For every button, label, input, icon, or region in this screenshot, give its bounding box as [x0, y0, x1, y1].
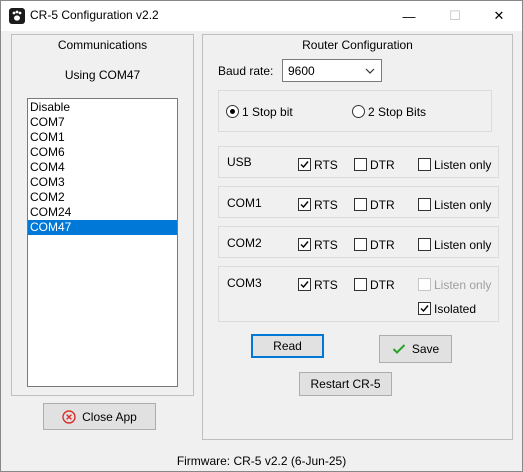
restart-button[interactable]: Restart CR-5	[299, 372, 392, 396]
com2-dtr-checkbox[interactable]	[354, 238, 367, 251]
radio-dot	[230, 109, 235, 114]
read-button-label: Read	[273, 339, 302, 353]
com3-rts-checkbox[interactable]	[298, 278, 311, 291]
list-item[interactable]: COM7	[28, 115, 177, 130]
list-item[interactable]: COM6	[28, 145, 177, 160]
window-title: CR-5 Configuration v2.2	[30, 8, 159, 22]
com3-listen-label: Listen only	[434, 278, 492, 292]
close-app-button[interactable]: Close App	[43, 403, 156, 430]
baud-rate-select[interactable]: 9600	[282, 59, 382, 82]
com2-listen-checkbox[interactable]	[418, 238, 431, 251]
close-app-label: Close App	[82, 409, 137, 424]
router-config-heading: Router Configuration	[302, 38, 413, 52]
stop-bit-1-label: 1 Stop bit	[242, 105, 293, 119]
usb-rts-label: RTS	[314, 158, 338, 172]
paw-icon	[9, 8, 25, 24]
connection-status: Using COM47	[64, 68, 141, 82]
maximize-button: ☐	[449, 8, 461, 23]
com3-isolated-label: Isolated	[434, 302, 477, 316]
chevron-down-icon	[363, 64, 377, 78]
status-bar: Firmware: CR-5 v2.2 (6-Jun-25)	[1, 450, 522, 471]
stop-bit-1-radio[interactable]	[226, 105, 239, 118]
read-button[interactable]: Read	[251, 334, 324, 358]
save-button[interactable]: Save	[379, 335, 452, 363]
port-name-com3: COM3	[227, 276, 262, 290]
stop-bit-2-radio[interactable]	[352, 105, 365, 118]
usb-listen-checkbox[interactable]	[418, 158, 431, 171]
title-bar[interactable]: CR-5 Configuration v2.2 — ☐ ✕	[1, 1, 522, 31]
port-name-usb: USB	[227, 155, 252, 169]
minimize-button[interactable]: —	[386, 1, 432, 31]
communications-heading: Communications	[57, 38, 148, 52]
com3-dtr-checkbox[interactable]	[354, 278, 367, 291]
list-item[interactable]: COM3	[28, 175, 177, 190]
com3-dtr-label: DTR	[370, 278, 395, 292]
com3-listen-checkbox	[418, 278, 431, 291]
baud-rate-value: 9600	[288, 64, 315, 78]
save-button-label: Save	[411, 342, 440, 356]
com1-listen-checkbox[interactable]	[418, 198, 431, 211]
list-item[interactable]: COM47	[28, 220, 177, 235]
usb-rts-checkbox[interactable]	[298, 158, 311, 171]
com1-listen-label: Listen only	[434, 198, 492, 212]
firmware-status: Firmware: CR-5 v2.2 (6-Jun-25)	[176, 454, 347, 468]
com2-listen-label: Listen only	[434, 238, 492, 252]
com1-rts-checkbox[interactable]	[298, 198, 311, 211]
port-list[interactable]: Disable COM7 COM1 COM6 COM4 COM3 COM2 COM24 COM4…	[27, 98, 178, 387]
list-item[interactable]: COM24	[28, 205, 177, 220]
com2-rts-label: RTS	[314, 238, 338, 252]
app-window: CR-5 Configuration v2.2 — ☐ ✕ Communicat…	[0, 0, 523, 472]
com1-rts-label: RTS	[314, 198, 338, 212]
com3-rts-label: RTS	[314, 278, 338, 292]
usb-listen-label: Listen only	[434, 158, 492, 172]
list-item[interactable]: Disable	[28, 100, 177, 115]
checkmark-icon	[392, 343, 406, 355]
com2-dtr-label: DTR	[370, 238, 395, 252]
usb-dtr-label: DTR	[370, 158, 395, 172]
restart-button-label: Restart CR-5	[310, 377, 381, 391]
com1-dtr-label: DTR	[370, 198, 395, 212]
baud-rate-label: Baud rate:	[218, 64, 274, 78]
com3-isolated-checkbox[interactable]	[418, 302, 431, 315]
list-item[interactable]: COM1	[28, 130, 177, 145]
close-window-button[interactable]: ✕	[476, 1, 522, 31]
usb-dtr-checkbox[interactable]	[354, 158, 367, 171]
com1-dtr-checkbox[interactable]	[354, 198, 367, 211]
port-name-com2: COM2	[227, 236, 262, 250]
x-circle-icon	[62, 409, 76, 424]
stop-bit-2-label: 2 Stop Bits	[368, 105, 427, 119]
com2-rts-checkbox[interactable]	[298, 238, 311, 251]
list-item[interactable]: COM2	[28, 190, 177, 205]
port-name-com1: COM1	[227, 196, 262, 210]
list-item[interactable]: COM4	[28, 160, 177, 175]
